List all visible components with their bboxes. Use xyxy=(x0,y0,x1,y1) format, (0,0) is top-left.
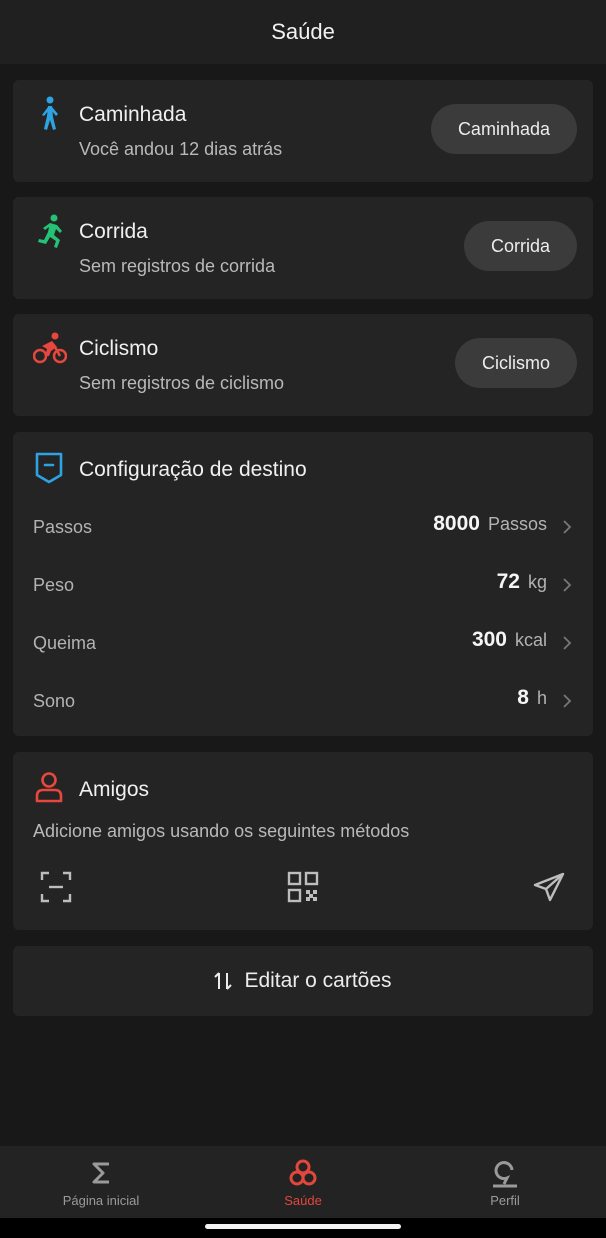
goal-label: Peso xyxy=(33,575,75,595)
cycling-subtitle: Sem registros de ciclismo xyxy=(79,373,285,393)
cycling-card[interactable]: Ciclismo Sem registros de ciclismo Cicli… xyxy=(13,314,593,416)
friends-card: Amigos Adicione amigos usando os seguint… xyxy=(13,752,593,930)
running-title: Corrida xyxy=(79,220,148,243)
goal-value: 72 xyxy=(496,570,520,593)
nav-health-label: Saúde xyxy=(284,1193,322,1208)
bottom-nav: Página inicial Saúde Perfil xyxy=(0,1146,606,1218)
walking-title: Caminhada xyxy=(79,103,187,126)
running-subtitle: Sem registros de corrida xyxy=(79,256,276,276)
nav-profile-label: Perfil xyxy=(490,1193,520,1208)
chevron-right-icon xyxy=(563,694,572,708)
walking-card[interactable]: Caminhada Você andou 12 dias atrás Camin… xyxy=(13,80,593,182)
health-icon xyxy=(289,1159,317,1186)
walking-subtitle: Você andou 12 dias atrás xyxy=(79,139,283,159)
nav-home[interactable]: Página inicial xyxy=(0,1146,202,1218)
goal-label: Passos xyxy=(33,517,93,537)
walking-button[interactable]: Caminhada xyxy=(430,104,577,154)
chevron-right-icon xyxy=(563,520,572,534)
goal-row-sleep[interactable]: Sono 8 h xyxy=(13,674,593,732)
qr-code-icon[interactable] xyxy=(286,870,320,904)
send-icon[interactable] xyxy=(532,870,566,904)
goal-value: 8000 xyxy=(433,512,480,535)
goal-value: 300 xyxy=(471,628,507,651)
person-icon xyxy=(33,770,65,804)
goal-row-weight[interactable]: Peso 72 kg xyxy=(13,558,593,616)
cycling-button[interactable]: Ciclismo xyxy=(454,338,577,388)
walking-icon xyxy=(33,95,67,133)
goal-row-calories[interactable]: Queima 300 kcal xyxy=(13,616,593,674)
friends-title: Amigos xyxy=(79,778,150,801)
running-icon xyxy=(33,212,67,250)
chevron-right-icon xyxy=(563,636,572,650)
scan-icon[interactable] xyxy=(39,870,73,904)
page-title: Saúde xyxy=(271,19,335,44)
running-button[interactable]: Corrida xyxy=(463,221,577,271)
goal-unit: kcal xyxy=(514,630,547,650)
goal-flag-icon xyxy=(34,451,64,485)
goal-settings-card: Configuração de destino Passos 8000 Pass… xyxy=(13,432,593,736)
goal-unit: h xyxy=(536,688,547,708)
chevron-right-icon xyxy=(563,578,572,592)
profile-icon xyxy=(493,1161,517,1188)
edit-cards-button[interactable]: Editar o cartões xyxy=(13,946,593,1016)
goal-label: Sono xyxy=(33,691,76,711)
friends-subtitle: Adicione amigos usando os seguintes méto… xyxy=(33,821,410,841)
nav-profile[interactable]: Perfil xyxy=(404,1146,606,1218)
goal-unit: Passos xyxy=(487,514,547,534)
running-card[interactable]: Corrida Sem registros de corrida Corrida xyxy=(13,197,593,299)
edit-cards-label: Editar o cartões xyxy=(244,969,392,992)
goal-value: 8 xyxy=(517,686,529,709)
cycling-icon xyxy=(32,329,68,367)
sigma-icon xyxy=(92,1162,109,1184)
cycling-title: Ciclismo xyxy=(79,337,159,360)
nav-health[interactable]: Saúde xyxy=(202,1146,404,1218)
page-header: Saúde xyxy=(0,0,606,64)
goal-settings-title: Configuração de destino xyxy=(79,458,307,481)
nav-home-label: Página inicial xyxy=(62,1193,140,1208)
goal-row-steps[interactable]: Passos 8000 Passos xyxy=(13,500,593,558)
home-indicator[interactable] xyxy=(205,1224,401,1229)
sort-icon xyxy=(214,972,233,990)
goal-unit: kg xyxy=(527,572,547,592)
goal-label: Queima xyxy=(33,633,97,653)
